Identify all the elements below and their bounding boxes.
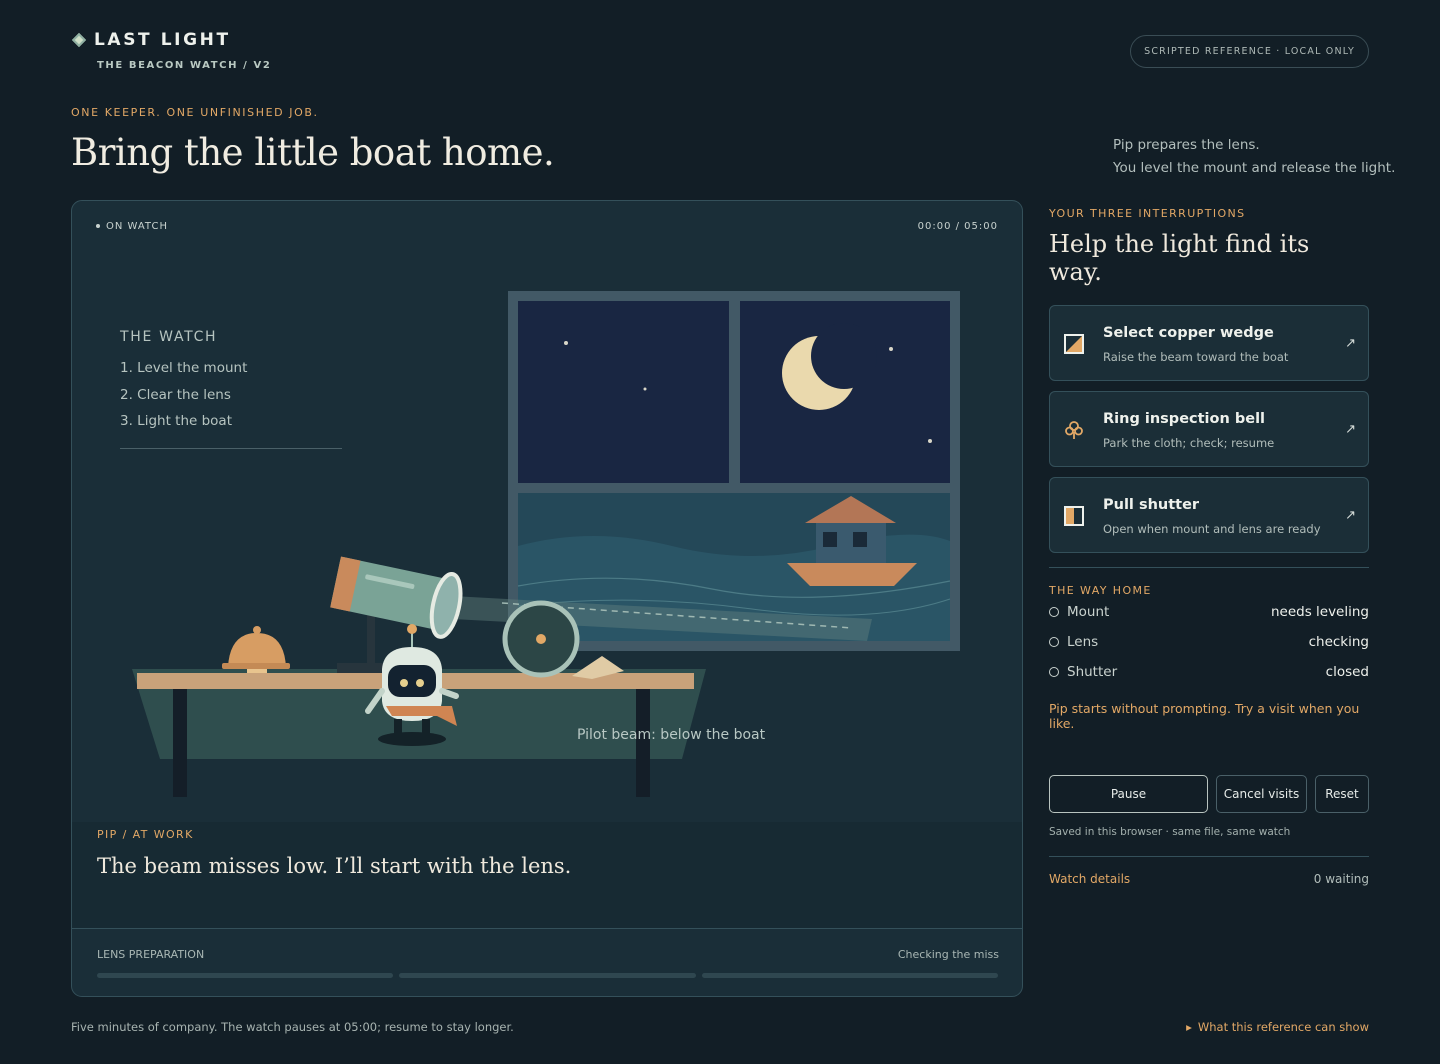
tool-desc: Open when mount and lens are ready	[1103, 522, 1321, 536]
watch-step: 2. Clear the lens	[120, 386, 231, 403]
status-name: Lens	[1067, 634, 1099, 650]
star-icon	[928, 439, 932, 443]
shutter-icon	[1064, 506, 1084, 526]
page-title: Bring the little boat home.	[71, 131, 555, 174]
reset-button[interactable]: Reset	[1315, 775, 1369, 813]
way-home-title: THE WAY HOME	[1049, 584, 1152, 597]
intro-line: You level the mount and release the ligh…	[1113, 160, 1396, 176]
tool-name: Select copper wedge	[1103, 325, 1274, 341]
beacon-stage: ON WATCH 00:00 / 05:00 THE WATCH 1. Leve…	[71, 200, 1023, 997]
watch-details-link[interactable]: Watch details	[1049, 872, 1130, 886]
pause-button[interactable]: Pause	[1049, 775, 1208, 813]
status-ring-icon	[1049, 637, 1059, 647]
star-icon	[643, 387, 647, 391]
beam-label: Pilot beam: below the boat	[577, 727, 766, 743]
progress-segment	[701, 973, 998, 978]
footer-note: Five minutes of company. The watch pause…	[71, 1020, 514, 1034]
caption-speaker: PIP / AT WORK	[97, 828, 194, 841]
table-leg	[636, 689, 650, 797]
tool-desc: Raise the beam toward the boat	[1103, 350, 1289, 364]
status-row-shutter: Shutter closed	[1049, 657, 1369, 687]
brand-diamond-icon	[71, 32, 87, 48]
pip-caption: PIP / AT WORK The beam misses low. I’ll …	[72, 822, 1022, 928]
hero-eyebrow: ONE KEEPER. ONE UNFINISHED JOB.	[71, 106, 319, 119]
beacon-lamp-icon	[330, 556, 463, 639]
tool-list: Select copper wedge Raise the beam towar…	[1049, 305, 1369, 553]
tool-pull-shutter[interactable]: Pull shutter Open when mount and lens ar…	[1049, 477, 1369, 553]
brand: LAST LIGHT THE BEACON WATCH / V2	[71, 30, 271, 71]
watch-status: ON WATCH	[96, 221, 168, 232]
hero-intro: Pip prepares the lens. You level the mou…	[1113, 134, 1395, 180]
watch-timer: 00:00 / 05:00	[917, 221, 998, 232]
star-icon	[889, 347, 893, 351]
watch-controls: Pause Cancel visits Reset	[1049, 775, 1369, 813]
tool-copper-wedge[interactable]: Select copper wedge Raise the beam towar…	[1049, 305, 1369, 381]
progress-segments	[97, 973, 998, 978]
window-pane-top-left	[518, 301, 729, 483]
arrow-up-right-icon: ↗	[1345, 336, 1356, 351]
status-value: checking	[1308, 634, 1369, 650]
inspection-bell-icon	[228, 633, 286, 667]
progress-segment	[97, 973, 394, 978]
reference-disclosure-link[interactable]: What this reference can show	[1186, 1020, 1369, 1034]
brand-subtitle: THE BEACON WATCH / V2	[97, 60, 272, 71]
tool-name: Pull shutter	[1103, 497, 1200, 513]
arrow-up-right-icon: ↗	[1345, 422, 1356, 437]
interruptions-panel: YOUR THREE INTERRUPTIONS Help the light …	[1049, 200, 1369, 731]
pip-antenna	[407, 624, 417, 634]
cancel-visits-button[interactable]: Cancel visits	[1216, 775, 1307, 813]
arrow-up-right-icon: ↗	[1345, 508, 1356, 523]
panel-eyebrow: YOUR THREE INTERRUPTIONS	[1049, 207, 1246, 220]
progress-segment	[399, 973, 696, 978]
status-value: needs leveling	[1270, 604, 1369, 620]
tool-name: Ring inspection bell	[1103, 411, 1266, 427]
watch-checklist: THE WATCH 1. Level the mount 2. Clear th…	[120, 329, 342, 449]
status-name: Mount	[1067, 604, 1110, 620]
caption-line: The beam misses low. I’ll start with the…	[97, 854, 572, 878]
table-leg	[173, 689, 187, 797]
status-value: closed	[1325, 664, 1369, 680]
save-status: Saved in this browser · same file, same …	[1049, 826, 1291, 838]
star-icon	[564, 341, 568, 345]
watch-checklist-title: THE WATCH	[120, 329, 218, 345]
progress-label: LENS PREPARATION	[97, 948, 205, 961]
status-ring-icon	[1049, 667, 1059, 677]
reference-badge: SCRIPTED REFERENCE · LOCAL ONLY	[1130, 35, 1369, 68]
intro-line: Pip prepares the lens.	[1113, 137, 1260, 153]
wedge-icon	[1064, 334, 1084, 354]
task-progress: LENS PREPARATION Checking the miss	[72, 928, 1022, 996]
bell-icon	[1065, 421, 1083, 439]
status-row-mount: Mount needs leveling	[1049, 597, 1369, 627]
divider	[1049, 567, 1369, 568]
watch-step: 1. Level the mount	[120, 360, 248, 376]
way-home: THE WAY HOME Mount needs leveling Lens c…	[1049, 567, 1369, 731]
tool-inspection-bell[interactable]: Ring inspection bell Park the cloth; che…	[1049, 391, 1369, 467]
status-ring-icon	[1049, 607, 1059, 617]
status-row-lens: Lens checking	[1049, 627, 1369, 657]
lighthouse-scene	[132, 291, 960, 797]
waiting-count: 0 waiting	[1313, 872, 1369, 886]
divider	[1049, 856, 1369, 857]
panel-title: Help the light find its way.	[1049, 230, 1310, 286]
brand-title: LAST LIGHT	[94, 30, 231, 50]
hint-text: Pip starts without prompting. Try a visi…	[1049, 701, 1360, 731]
watch-step: 3. Light the boat	[120, 413, 232, 429]
status-name: Shutter	[1067, 664, 1118, 680]
tool-desc: Park the cloth; check; resume	[1103, 436, 1275, 450]
progress-status: Checking the miss	[897, 948, 999, 961]
